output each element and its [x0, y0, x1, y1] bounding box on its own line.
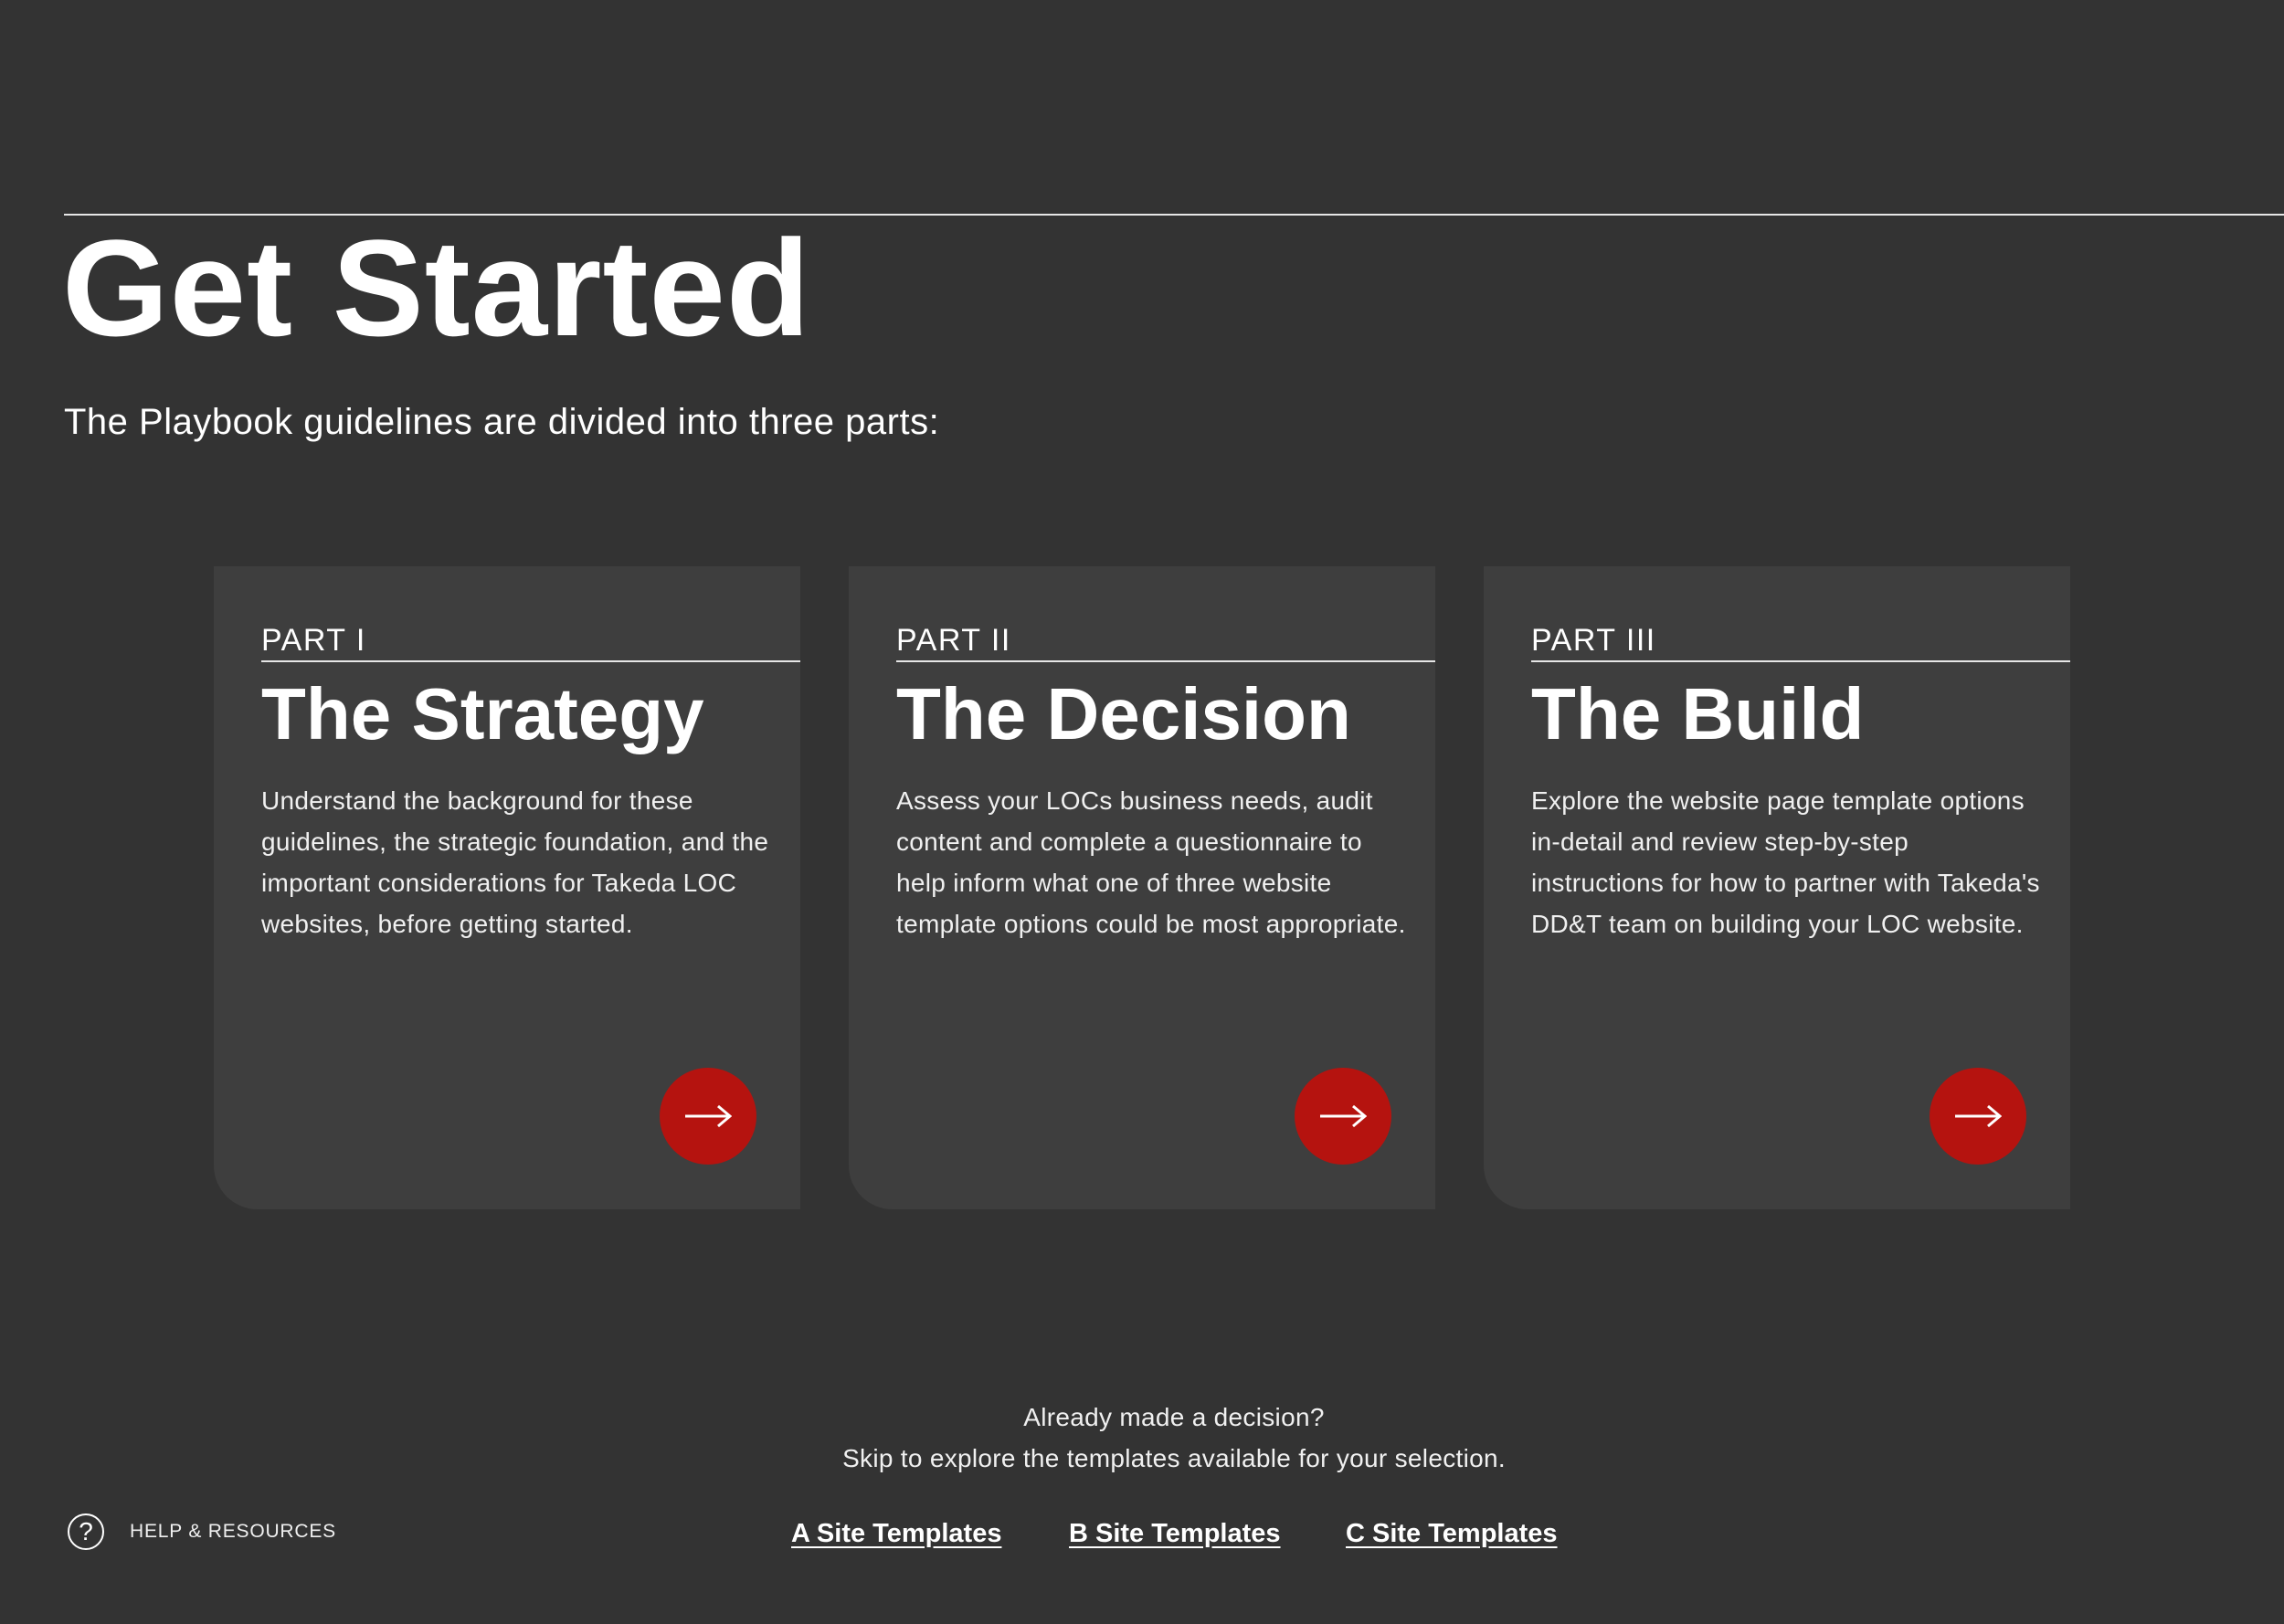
arrow-right-icon — [685, 1104, 732, 1128]
card-build-arrow-button[interactable] — [1930, 1068, 2026, 1165]
question-circle-icon: ? — [68, 1513, 104, 1550]
card-part-label: PART III — [1531, 623, 1656, 658]
card-build: PART III The Build Explore the website p… — [1484, 566, 2070, 1209]
card-divider — [896, 660, 1435, 662]
card-description: Assess your LOCs business needs, audit c… — [896, 786, 1406, 938]
card-description: Understand the background for these guid… — [261, 786, 769, 938]
card-description: Explore the website page template option… — [1531, 786, 2040, 938]
help-resources-button[interactable]: ? HELP & RESOURCES — [68, 1513, 336, 1550]
skip-question: Already made a decision? — [1023, 1403, 1325, 1431]
page-subtitle: The Playbook guidelines are divided into… — [64, 402, 940, 442]
card-part-label: PART II — [896, 623, 1011, 658]
c-site-templates-link[interactable]: C Site Templates — [1346, 1519, 1558, 1549]
a-site-templates-link[interactable]: A Site Templates — [791, 1519, 1001, 1549]
arrow-right-icon — [1955, 1104, 2002, 1128]
b-site-templates-link[interactable]: B Site Templates — [1069, 1519, 1281, 1549]
card-strategy: PART I The Strategy Understand the backg… — [214, 566, 800, 1209]
card-heading: The Strategy — [261, 673, 704, 754]
card-heading: The Decision — [896, 673, 1351, 754]
help-resources-label: HELP & RESOURCES — [130, 1521, 336, 1542]
card-strategy-arrow-button[interactable] — [660, 1068, 756, 1165]
card-heading: The Build — [1531, 673, 1865, 754]
page-title: Get Started — [62, 211, 811, 364]
card-part-label: PART I — [261, 623, 366, 658]
card-decision: PART II The Decision Assess your LOCs bu… — [849, 566, 1435, 1209]
skip-description: Skip to explore the templates available … — [842, 1444, 1506, 1472]
arrow-right-icon — [1320, 1104, 1367, 1128]
card-divider — [1531, 660, 2070, 662]
card-divider — [261, 660, 800, 662]
card-decision-arrow-button[interactable] — [1295, 1068, 1391, 1165]
